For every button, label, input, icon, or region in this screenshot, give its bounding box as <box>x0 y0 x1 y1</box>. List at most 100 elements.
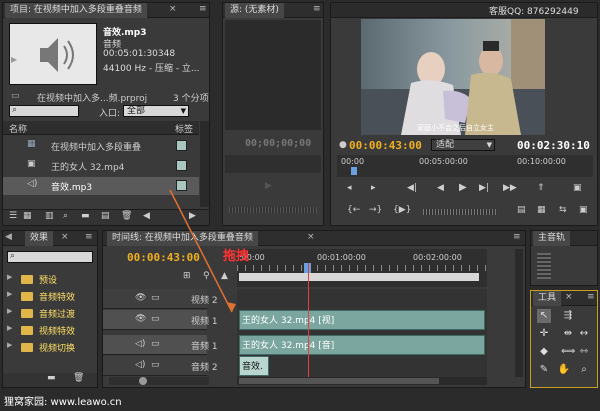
safe-margins-icon[interactable]: ▣ <box>579 205 588 215</box>
speaker-icon[interactable]: ◁) <box>135 339 145 349</box>
tab-effects[interactable]: 效果 <box>25 231 54 246</box>
timeline-timecode[interactable]: 00:00:43:00 <box>127 251 200 264</box>
mark-out-icon[interactable]: ▸ <box>371 183 376 193</box>
lock-icon[interactable]: ▭ <box>151 314 160 324</box>
new-bin-icon[interactable]: ▬ <box>47 373 56 383</box>
play-icon[interactable]: ▶ <box>265 181 272 191</box>
delete-icon[interactable]: 🗑 <box>121 211 132 221</box>
panel-menu-icon[interactable]: ≡ <box>587 292 595 302</box>
play-preview-icon[interactable]: ▶ <box>11 55 17 64</box>
eye-icon[interactable]: 👁 <box>135 293 146 303</box>
work-area-bar[interactable] <box>239 273 479 281</box>
icon-view-icon[interactable]: ▦ <box>23 211 32 221</box>
in-select[interactable]: 全部 ▼ <box>123 105 189 117</box>
slip-tool-icon[interactable]: ⟺ <box>561 345 575 359</box>
effects-folder-item[interactable]: ▶ 视频特效 <box>3 322 93 338</box>
panel-menu-icon[interactable]: ≡ <box>199 4 207 14</box>
project-item-sequence[interactable]: ▦ 在视频中加入多段重叠 <box>3 137 199 155</box>
program-timecode-in[interactable]: 00:00:43:00 <box>349 139 422 152</box>
timeline-ruler[interactable]: :00:00 00:01:00:00 00:02:00:00 <box>237 249 487 287</box>
set-marker-icon[interactable]: ▲ <box>221 271 228 281</box>
selection-tool-icon[interactable]: ↖ <box>537 309 551 323</box>
project-item-video[interactable]: ▣ 王的女人 32.mp4 <box>3 157 199 175</box>
project-scrollbar[interactable] <box>200 121 209 207</box>
ripple-edit-tool-icon[interactable]: ✛ <box>537 327 551 341</box>
close-icon[interactable]: × <box>307 232 315 242</box>
mark-in-icon[interactable]: ◂ <box>347 183 352 193</box>
expand-icon[interactable]: ▶ <box>7 341 12 349</box>
close-icon[interactable]: × <box>169 4 177 14</box>
search-icon[interactable]: ⌕ <box>63 211 68 221</box>
project-item-audio[interactable]: ◁) 音效.mp3 <box>3 177 199 195</box>
scroll-right-icon[interactable]: ▶ <box>189 211 196 221</box>
zoom-tool-icon[interactable]: ⌕ <box>577 363 591 377</box>
track-select-tool-icon[interactable]: ⇶ <box>561 309 575 323</box>
tab-timeline[interactable]: 时间线: 在视频中加入多段重叠音频 <box>107 231 258 246</box>
col-label[interactable]: 标签 <box>175 122 193 135</box>
program-ruler[interactable]: 00:00 00:05:00:00 00:10:00:00 <box>337 155 593 177</box>
step-back-icon[interactable]: ◀| <box>407 183 417 193</box>
program-playhead[interactable] <box>351 167 357 175</box>
effects-folder-item[interactable]: ▶ 预设 <box>3 271 93 287</box>
effects-folder-item[interactable]: ▶ 音频特效 <box>3 288 93 304</box>
col-name[interactable]: 名称 <box>9 122 27 135</box>
expand-icon[interactable]: ▶ <box>7 324 12 332</box>
pen-tool-icon[interactable]: ✎ <box>537 363 551 377</box>
frame-forward-icon[interactable]: ▶| <box>479 183 489 193</box>
delete-icon[interactable]: 🗑 <box>73 373 84 383</box>
tab-arrow-icon[interactable]: ◀ <box>5 232 12 242</box>
lock-icon[interactable]: ▭ <box>151 293 160 303</box>
frame-back-icon[interactable]: ◀ <box>437 183 444 193</box>
trim-icon[interactable]: ⇆ <box>559 205 567 215</box>
track-header-audio1[interactable]: ◁) ▭ 音频 1 <box>103 335 218 355</box>
tab-source[interactable]: 源: (无素材) <box>225 3 284 18</box>
tab-tools[interactable]: 工具 <box>533 291 562 306</box>
new-item-icon[interactable]: ▤ <box>101 211 110 221</box>
label-color-swatch[interactable] <box>176 180 187 191</box>
source-ruler[interactable] <box>225 155 321 173</box>
marker-icon[interactable]: ⚲ <box>203 271 210 281</box>
program-jog[interactable] <box>423 209 497 215</box>
tab-project[interactable]: 项目: 在视频中加入多段重叠音频 <box>5 3 147 18</box>
automate-icon[interactable]: ▥ <box>45 211 54 221</box>
source-timecode[interactable]: 00;00;00;00 <box>245 138 311 149</box>
panel-menu-icon[interactable]: ≡ <box>85 232 93 242</box>
clip-video1[interactable]: 王的女人 32.mp4 [视] <box>239 310 485 330</box>
fit-select[interactable]: 适配 ▼ <box>431 139 495 151</box>
tab-master-audio[interactable]: 主音轨 <box>533 231 571 246</box>
rolling-edit-tool-icon[interactable]: ⇹ <box>561 327 575 341</box>
source-jog[interactable] <box>229 207 317 213</box>
close-icon[interactable]: × <box>565 292 573 302</box>
hscroll-thumb[interactable] <box>239 378 439 384</box>
lock-icon[interactable]: ▭ <box>151 339 160 349</box>
list-view-icon[interactable]: ☰ <box>9 211 17 221</box>
effects-search-input[interactable]: ⌕ <box>7 251 93 263</box>
hand-tool-icon[interactable]: ✋ <box>557 363 571 377</box>
timeline-hscroll[interactable] <box>237 377 487 385</box>
goto-out-icon[interactable]: →} <box>369 205 382 215</box>
play-icon[interactable]: ▶ <box>459 182 467 193</box>
eye-icon[interactable]: 👁 <box>135 314 146 324</box>
snap-icon[interactable]: ⊞ <box>183 271 191 281</box>
speaker-icon[interactable]: ◁) <box>135 360 145 370</box>
expand-icon[interactable]: ▶ <box>7 307 12 315</box>
panel-menu-icon[interactable]: ≡ <box>513 232 521 242</box>
export-frame-icon[interactable]: ▣ <box>573 183 582 193</box>
effects-folder-item[interactable]: ▶ 音频过渡 <box>3 305 93 321</box>
lock-icon[interactable]: ▭ <box>151 360 160 370</box>
clip-audio1[interactable]: 王的女人 32.mp4 [音] <box>239 335 485 355</box>
track-header-video2[interactable]: 👁 ▭ 视频 2 <box>103 289 218 309</box>
rate-stretch-tool-icon[interactable]: ↔ <box>577 327 591 341</box>
label-color-swatch[interactable] <box>176 140 187 151</box>
play-in-out-icon[interactable]: {▶} <box>393 205 411 215</box>
scroll-left-icon[interactable]: ◀ <box>143 211 150 221</box>
goto-in-icon[interactable]: {← <box>347 205 360 215</box>
expand-icon[interactable]: ▶ <box>7 290 12 298</box>
zoom-handle[interactable] <box>139 377 147 385</box>
expand-icon[interactable]: ▶ <box>7 273 12 281</box>
insert-icon[interactable]: ▤ <box>517 205 526 215</box>
timeline-vscroll[interactable] <box>515 249 523 377</box>
project-search-input[interactable]: ⌕ <box>9 105 79 117</box>
slide-tool-icon[interactable]: ⇿ <box>577 345 591 359</box>
clip-audio2[interactable]: 音效. <box>239 356 269 376</box>
